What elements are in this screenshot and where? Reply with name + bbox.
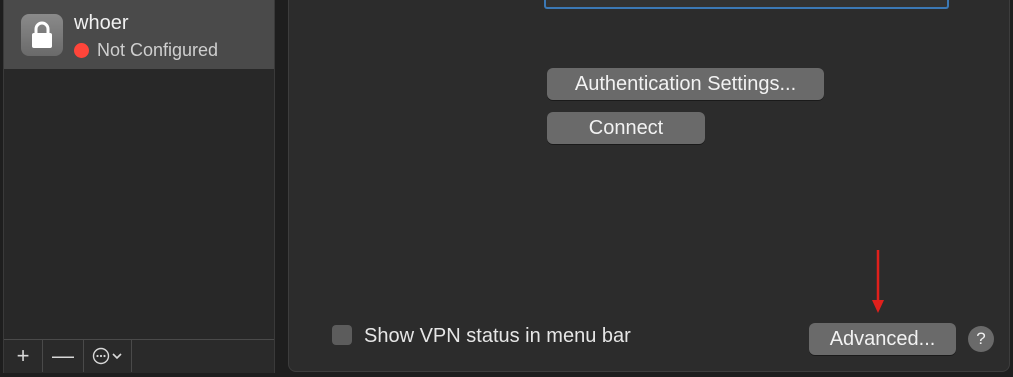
help-button[interactable]: ? xyxy=(968,326,994,352)
sidebar-toolbar: + — xyxy=(4,339,274,373)
status-text: Not Configured xyxy=(97,40,219,60)
authentication-settings-button[interactable]: Authentication Settings... xyxy=(547,68,824,100)
service-status: Not Configured xyxy=(74,40,218,61)
server-address-field[interactable] xyxy=(544,0,949,9)
add-service-button[interactable]: + xyxy=(4,340,43,372)
status-dot-icon xyxy=(74,43,89,58)
show-vpn-status-label: Show VPN status in menu bar xyxy=(364,325,631,347)
ellipsis-circle-icon xyxy=(92,347,122,365)
action-menu-button[interactable] xyxy=(84,340,132,372)
service-list-sidebar: whoer Not Configured + — xyxy=(3,0,275,373)
connect-button[interactable]: Connect xyxy=(547,112,705,144)
annotation-arrow-icon xyxy=(872,250,884,313)
lock-icon xyxy=(21,14,63,56)
show-vpn-status-checkbox[interactable] xyxy=(332,325,352,345)
advanced-button[interactable]: Advanced... xyxy=(809,323,956,355)
vpn-settings-panel xyxy=(288,0,1010,372)
service-item-whoer[interactable]: whoer Not Configured xyxy=(4,0,274,69)
service-name: whoer xyxy=(74,12,129,34)
remove-service-button[interactable]: — xyxy=(43,340,84,372)
